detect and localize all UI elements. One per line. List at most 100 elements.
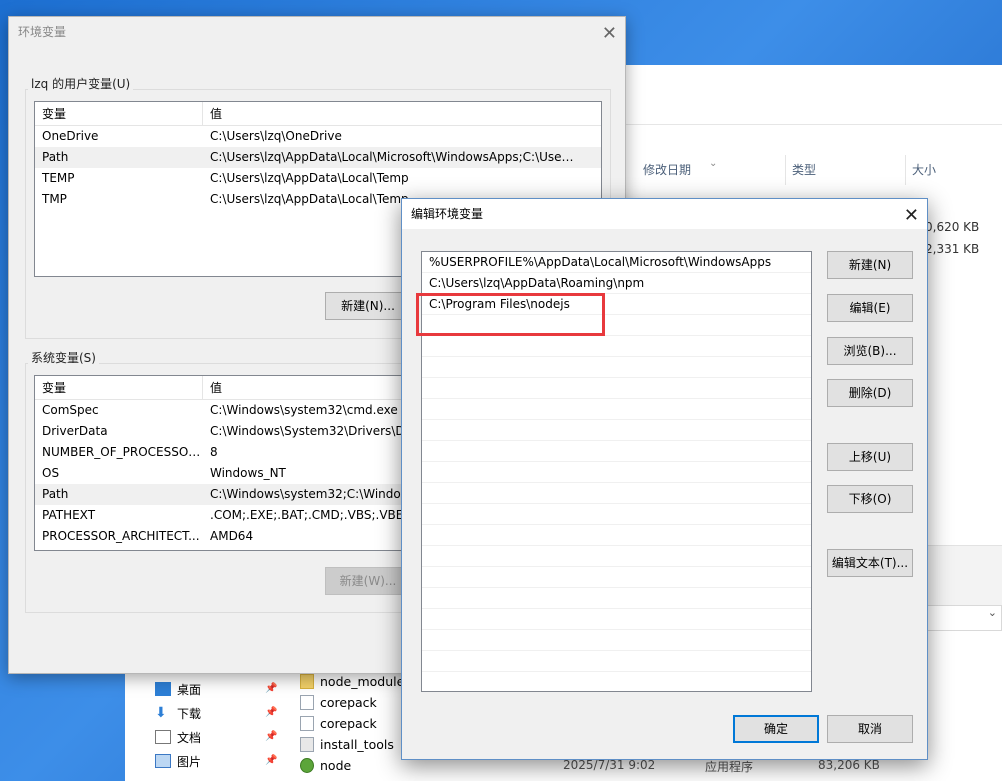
node-icon xyxy=(300,758,314,773)
column-header-variable[interactable]: 变量 xyxy=(35,376,203,399)
empty-row[interactable] xyxy=(422,483,811,504)
edit-text-button[interactable]: 编辑文本(T)... xyxy=(827,549,913,577)
empty-row[interactable] xyxy=(422,525,811,546)
column-header-value[interactable]: 值 xyxy=(203,376,222,399)
nav-item-pictures[interactable]: 图片 xyxy=(155,749,201,773)
dialog-titlebar: 环境变量 ✕ xyxy=(9,17,625,47)
explorer-ribbon xyxy=(625,65,1002,125)
var-value: C:\Users\lzq\OneDrive xyxy=(210,129,342,143)
script-icon xyxy=(300,737,314,752)
column-header-type[interactable]: 类型 xyxy=(785,155,905,185)
var-name: NUMBER_OF_PROCESSORS xyxy=(42,445,203,459)
var-name: PROCESSOR_ARCHITECT... xyxy=(42,529,200,543)
list-item[interactable]: TEMP C:\Users\lzq\AppData\Local\Temp xyxy=(35,168,601,189)
file-row[interactable]: corepack xyxy=(300,692,377,713)
dialog-title: 编辑环境变量 xyxy=(411,207,484,221)
empty-row[interactable] xyxy=(422,567,811,588)
var-name: TEMP xyxy=(42,171,75,185)
file-type: 应用程序 xyxy=(705,760,754,774)
nav-label: 文档 xyxy=(177,730,202,745)
empty-row[interactable] xyxy=(422,462,811,483)
download-icon: ⬇ xyxy=(155,705,167,721)
red-highlight-box xyxy=(416,293,605,336)
pin-icon[interactable]: 📌 xyxy=(265,707,277,718)
empty-row[interactable] xyxy=(422,336,811,357)
cancel-button[interactable]: 取消 xyxy=(827,715,913,743)
file-name: corepack xyxy=(320,695,377,710)
empty-row[interactable] xyxy=(422,588,811,609)
shortcut-icon xyxy=(300,716,314,731)
var-name: DriverData xyxy=(42,424,108,438)
column-header-size[interactable]: 大小 xyxy=(905,155,985,185)
empty-row[interactable] xyxy=(422,630,811,651)
column-label-type: 类型 xyxy=(792,163,817,177)
file-icon xyxy=(300,695,314,710)
system-new-button[interactable]: 新建(W)... xyxy=(325,567,411,595)
file-size: 2,331 KB xyxy=(925,242,980,256)
path-entry[interactable]: %USERPROFILE%\AppData\Local\Microsoft\Wi… xyxy=(422,252,811,273)
var-name: Path xyxy=(42,487,69,501)
empty-row[interactable] xyxy=(422,609,811,630)
system-variables-label: 系统变量(S) xyxy=(28,349,99,366)
nav-item-desktop[interactable]: 桌面 xyxy=(155,677,201,701)
empty-row[interactable] xyxy=(422,546,811,567)
var-name: OneDrive xyxy=(42,129,99,143)
pictures-icon xyxy=(155,754,171,768)
file-row[interactable]: corepack xyxy=(300,713,377,734)
sort-chevron-icon: ⌄ xyxy=(709,158,718,169)
new-button[interactable]: 新建(N) xyxy=(827,251,913,279)
file-row[interactable]: install_tools xyxy=(300,734,394,755)
column-header-variable[interactable]: 变量 xyxy=(35,102,203,125)
close-icon[interactable]: ✕ xyxy=(904,201,919,231)
file-date: 2025/7/31 9:02 xyxy=(563,758,656,772)
nav-item-download[interactable]: ⬇ 下载 xyxy=(155,701,201,725)
list-item[interactable]: OneDrive C:\Users\lzq\OneDrive xyxy=(35,126,601,147)
empty-row[interactable] xyxy=(422,672,811,691)
close-icon[interactable]: ✕ xyxy=(602,19,617,49)
edit-button[interactable]: 编辑(E) xyxy=(827,294,913,322)
nav-item-documents[interactable]: 文档 xyxy=(155,725,201,749)
pin-icon[interactable]: 📌 xyxy=(265,731,277,742)
file-name: node xyxy=(320,758,352,773)
var-name: ComSpec xyxy=(42,403,99,417)
var-value: C:\Users\lzq\AppData\Local\Temp xyxy=(210,171,409,185)
chevron-down-icon: ⌄ xyxy=(987,606,997,619)
folder-icon xyxy=(300,674,314,689)
empty-row[interactable] xyxy=(422,357,811,378)
edit-environment-variable-dialog: 编辑环境变量 ✕ %USERPROFILE%\AppData\Local\Mic… xyxy=(401,198,928,760)
browse-button[interactable]: 浏览(B)... xyxy=(827,337,913,365)
file-name: node_module xyxy=(320,674,405,689)
empty-row[interactable] xyxy=(422,378,811,399)
file-size: 0,620 KB xyxy=(925,220,980,234)
empty-row[interactable] xyxy=(422,420,811,441)
empty-row[interactable] xyxy=(422,399,811,420)
column-header-modified[interactable]: 修改日期 ⌄ xyxy=(643,155,717,185)
move-up-button[interactable]: 上移(U) xyxy=(827,443,913,471)
file-name: corepack xyxy=(320,716,377,731)
nav-label: 图片 xyxy=(177,754,202,769)
file-row[interactable]: node xyxy=(300,755,351,776)
empty-row[interactable] xyxy=(422,651,811,672)
pin-icon[interactable]: 📌 xyxy=(265,683,277,694)
user-variables-label: lzq 的用户变量(U) xyxy=(28,75,134,92)
var-name: Path xyxy=(42,150,69,164)
file-row[interactable]: node_module xyxy=(300,671,404,692)
empty-row[interactable] xyxy=(422,504,811,525)
ok-button[interactable]: 确定 xyxy=(733,715,819,743)
user-new-button[interactable]: 新建(N)... xyxy=(325,292,411,320)
nav-label: 下载 xyxy=(177,706,202,721)
column-header-value[interactable]: 值 xyxy=(203,102,222,125)
nav-label: 桌面 xyxy=(177,682,202,697)
view-dropdown[interactable]: ⌄ xyxy=(925,605,1002,631)
list-item-selected[interactable]: Path C:\Users\lzq\AppData\Local\Microsoft… xyxy=(35,147,601,168)
var-value: C:\Users\lzq\AppData\Local\Microsoft\Win… xyxy=(210,150,575,164)
list-header: 变量 值 xyxy=(35,102,601,126)
pin-icon[interactable]: 📌 xyxy=(265,755,277,766)
dialog-title: 环境变量 xyxy=(18,25,67,39)
move-down-button[interactable]: 下移(O) xyxy=(827,485,913,513)
path-entry[interactable]: C:\Users\lzq\AppData\Roaming\npm xyxy=(422,273,811,294)
file-size: 83,206 KB xyxy=(818,758,880,772)
delete-button[interactable]: 删除(D) xyxy=(827,379,913,407)
document-icon xyxy=(155,730,171,744)
empty-row[interactable] xyxy=(422,441,811,462)
